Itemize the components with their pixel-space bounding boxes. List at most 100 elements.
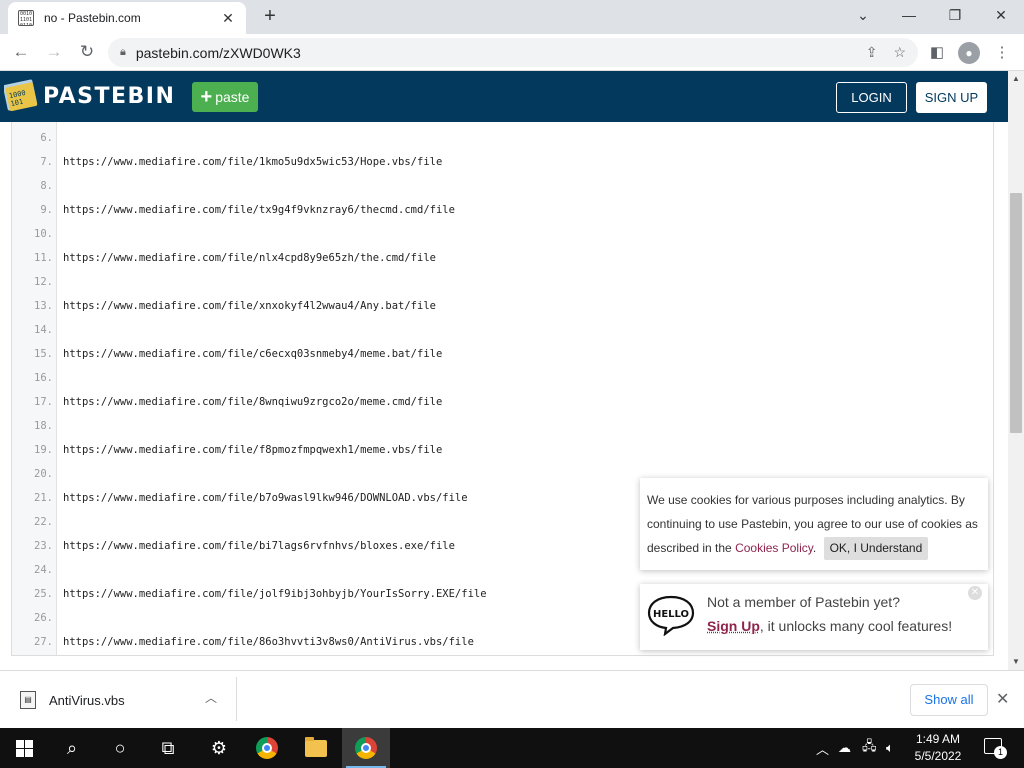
clock-date: 5/5/2022 — [914, 749, 962, 763]
minimize-button[interactable]: — — [886, 0, 932, 30]
line-number: 20. — [34, 468, 53, 480]
cookie-ok-button[interactable]: OK, I Understand — [823, 537, 929, 560]
code-line: 9. https://www.mediafire.com/file/tx9g4f9… — [12, 198, 993, 222]
line-number: 9. — [40, 204, 53, 216]
signup-link[interactable]: Sign Up — [707, 618, 760, 634]
chrome-taskbar-icon[interactable] — [243, 728, 291, 768]
forward-icon[interactable]: → — [41, 40, 67, 64]
volume-icon[interactable]: 🔈︎ — [886, 728, 894, 768]
line-number: 19. — [34, 444, 53, 456]
line-number: 17. — [34, 396, 53, 408]
line-text[interactable]: https://www.mediafire.com/file/bi7lags6r… — [63, 540, 455, 552]
line-text[interactable]: https://www.mediafire.com/file/1kmo5u9dx… — [63, 156, 442, 168]
line-number: 21. — [34, 492, 53, 504]
code-line: 15. https://www.mediafire.com/file/c6ecxq… — [12, 342, 993, 366]
code-line: 7. https://www.mediafire.com/file/1kmo5u9… — [12, 150, 993, 174]
code-line: 19. https://www.mediafire.com/file/f8pmoz… — [12, 438, 993, 462]
pastebin-favicon-icon: 0010 1101 0110 — [18, 10, 34, 26]
line-text[interactable]: https://www.mediafire.com/file/xnxokyf4l… — [63, 300, 436, 312]
line-number: 13. — [34, 300, 53, 312]
browser-tab[interactable]: 0010 1101 0110 no - Pastebin.com ✕ — [8, 2, 246, 34]
paste-code-box: 6. 7. https://www.mediafire.com/file/1kmo5… — [11, 122, 994, 656]
line-text[interactable]: https://www.mediafire.com/file/nlx4cpd8y… — [63, 252, 436, 264]
vbs-file-icon[interactable]: ▤ — [20, 691, 36, 709]
hello-text: HELLO — [653, 609, 689, 620]
close-window-button[interactable]: ✕ — [978, 0, 1024, 30]
line-text[interactable]: https://www.mediafire.com/file/8wnqiwu9z… — [63, 396, 442, 408]
line-number: 6. — [40, 132, 53, 144]
scrollbar-thumb[interactable] — [1010, 193, 1022, 433]
tab-title: no - Pastebin.com — [44, 11, 141, 25]
line-text[interactable]: https://www.mediafire.com/file/jolf9ibj3… — [63, 588, 487, 600]
line-number: 15. — [34, 348, 53, 360]
line-number: 23. — [34, 540, 53, 552]
clock-time: 1:49 AM — [915, 732, 961, 746]
onedrive-cloud-icon[interactable]: ☁ — [838, 728, 851, 768]
member-features-text: , it unlocks many cool features! — [759, 618, 953, 634]
chevron-up-icon[interactable]: ︿ — [205, 689, 217, 706]
back-icon[interactable]: ← — [8, 40, 34, 64]
restore-button[interactable]: ❐ — [932, 0, 978, 30]
cortana-icon[interactable]: ○ — [96, 728, 144, 768]
cookie-text-end: . — [812, 541, 817, 555]
code-line: 6. — [12, 126, 993, 150]
paste-label: paste — [215, 89, 250, 105]
bookmark-star-icon[interactable]: ☆ — [893, 44, 906, 61]
system-clock[interactable]: 1:49 AM 5/5/2022 — [906, 731, 970, 765]
scroll-up-icon[interactable]: ▲ — [1008, 72, 1024, 86]
url-text[interactable]: pastebin.com/zXWD0WK3 — [136, 45, 850, 61]
code-line: 14. — [12, 318, 993, 342]
line-number: 10. — [34, 228, 53, 240]
line-number: 11. — [34, 252, 53, 264]
notification-badge: 1 — [994, 746, 1007, 759]
code-line: 16. — [12, 366, 993, 390]
tab-search-icon[interactable]: ⌄ — [840, 0, 886, 30]
pastebin-brand[interactable]: PASTEBIN — [43, 84, 175, 109]
download-bar: ▤ AntiVirus.vbs ︿ Show all ✕ — [0, 670, 1024, 728]
browser-toolbar: ← → ↻ 🔒︎ pastebin.com/zXWD0WK3 ⇪ ☆ ◧ ● ⋮ — [0, 34, 1024, 71]
close-popup-icon[interactable]: ✕ — [968, 586, 982, 600]
code-line: 8. — [12, 174, 993, 198]
show-all-button[interactable]: Show all — [910, 684, 988, 716]
new-tab-button[interactable]: + — [258, 5, 282, 29]
menu-kebab-icon[interactable]: ⋮ — [991, 42, 1013, 64]
hello-speech-bubble-icon: HELLO — [647, 595, 695, 636]
profile-avatar-icon[interactable]: ● — [958, 42, 980, 64]
close-download-bar-icon[interactable]: ✕ — [996, 689, 1009, 709]
settings-gear-icon[interactable]: ⚙ — [195, 728, 243, 768]
lock-icon[interactable]: 🔒︎ — [120, 46, 126, 59]
member-features: Sign Up, it unlocks many cool features! — [707, 618, 952, 634]
line-number: 25. — [34, 588, 53, 600]
reload-icon[interactable]: ↻ — [74, 40, 100, 64]
browser-tab-strip: 0010 1101 0110 no - Pastebin.com ✕ + ⌄ — ❐… — [0, 0, 1024, 34]
task-view-icon[interactable]: ⧉ — [144, 728, 192, 768]
chrome-active-taskbar-icon[interactable] — [342, 728, 390, 768]
signup-button[interactable]: SIGN UP — [916, 82, 987, 113]
search-icon[interactable]: ⌕ — [48, 728, 96, 768]
tab-close-icon[interactable]: ✕ — [220, 10, 236, 27]
pastebin-logo-icon[interactable]: 1000 101 — [4, 76, 38, 114]
line-text[interactable]: https://www.mediafire.com/file/86o3hvvti… — [63, 636, 474, 648]
scroll-down-icon[interactable]: ▼ — [1008, 655, 1024, 669]
line-number: 16. — [34, 372, 53, 384]
share-icon[interactable]: ⇪ — [866, 44, 878, 61]
download-file-name[interactable]: AntiVirus.vbs — [49, 693, 125, 708]
cookie-notice: We use cookies for various purposes incl… — [640, 478, 988, 570]
login-button[interactable]: LOGIN — [836, 82, 907, 113]
code-line: 18. — [12, 414, 993, 438]
line-text[interactable]: https://www.mediafire.com/file/tx9g4f9vk… — [63, 204, 455, 216]
side-panel-icon[interactable]: ◧ — [926, 42, 948, 64]
pastebin-header: 1000 101 PASTEBIN + paste LOGIN SIGN UP — [0, 71, 1008, 122]
show-hidden-icons-chevron-icon[interactable]: ︿ — [816, 728, 829, 768]
network-icon[interactable]: 🖧︎ — [862, 728, 877, 768]
windows-start-icon[interactable] — [0, 728, 48, 768]
line-number: 22. — [34, 516, 53, 528]
line-number: 12. — [34, 276, 53, 288]
line-text[interactable]: https://www.mediafire.com/file/b7o9wasl9… — [63, 492, 468, 504]
address-bar[interactable]: 🔒︎ pastebin.com/zXWD0WK3 ⇪ ☆ — [108, 38, 918, 67]
new-paste-button[interactable]: + paste — [192, 82, 258, 112]
file-explorer-icon[interactable] — [292, 728, 340, 768]
line-text[interactable]: https://www.mediafire.com/file/c6ecxq03s… — [63, 348, 442, 360]
cookies-policy-link[interactable]: Cookies Policy — [735, 541, 813, 555]
line-text[interactable]: https://www.mediafire.com/file/f8pmozfmp… — [63, 444, 442, 456]
